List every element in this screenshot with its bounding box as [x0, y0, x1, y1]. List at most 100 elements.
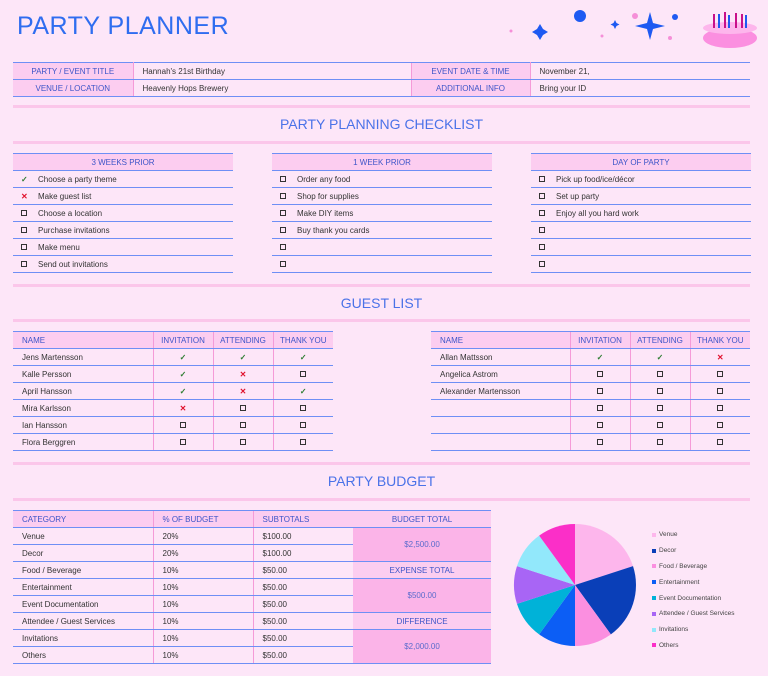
date-value[interactable]: November 21,	[530, 62, 750, 80]
checkbox-icon[interactable]	[717, 404, 724, 411]
checkbox-icon[interactable]	[657, 438, 663, 445]
budget-category[interactable]: Event Documentation	[13, 595, 153, 613]
checkbox-icon[interactable]	[240, 438, 246, 445]
checkbox-icon[interactable]	[597, 421, 603, 428]
venue-value[interactable]: Heavenly Hops Brewery	[133, 79, 411, 97]
guest-name[interactable]: Flora Berggren	[13, 433, 153, 451]
budget-percent[interactable]: 10%	[152, 646, 253, 664]
cross-icon[interactable]: ✕	[180, 404, 187, 413]
checkbox-icon[interactable]	[597, 404, 603, 411]
checkbox-icon[interactable]	[180, 438, 186, 445]
budget-category[interactable]: Venue	[13, 527, 153, 545]
guest-name[interactable]: Ian Hansson	[13, 416, 153, 434]
checkmark-icon[interactable]: ✓	[180, 387, 187, 396]
checklist-item[interactable]	[531, 255, 751, 273]
checkbox-icon[interactable]	[717, 421, 724, 428]
checklist-item[interactable]: ✓ Choose a party theme	[13, 170, 233, 188]
checkbox-icon[interactable]	[657, 387, 663, 394]
checkbox-icon[interactable]	[539, 226, 545, 233]
guest-name[interactable]: Jens Martensson	[13, 348, 153, 366]
checkmark-icon[interactable]: ✓	[597, 353, 604, 362]
checklist-item[interactable]: Send out invitations	[13, 255, 233, 273]
checkbox-icon[interactable]	[180, 421, 186, 428]
budget-percent[interactable]: 20%	[152, 544, 253, 562]
checklist-item[interactable]	[272, 238, 492, 256]
cross-icon[interactable]: ✕	[240, 370, 247, 379]
cross-icon[interactable]: ✕	[21, 192, 28, 201]
budget-subtotal[interactable]: $50.00	[252, 612, 353, 630]
budget-percent[interactable]: 20%	[152, 527, 253, 545]
budget-category[interactable]: Food / Beverage	[13, 561, 153, 579]
checklist-item[interactable]: Choose a location	[13, 204, 233, 222]
guest-name[interactable]: Mira Karlsson	[13, 399, 153, 417]
checkbox-icon[interactable]	[280, 260, 286, 267]
budget-subtotal[interactable]: $100.00	[252, 544, 353, 562]
checkbox-icon[interactable]	[539, 192, 545, 199]
budget-percent[interactable]: 10%	[152, 629, 253, 647]
budget-percent[interactable]: 10%	[152, 561, 253, 579]
checkbox-icon[interactable]	[280, 175, 286, 182]
budget-category[interactable]: Invitations	[13, 629, 153, 647]
checkbox-icon[interactable]	[300, 421, 307, 428]
checklist-item[interactable]: Order any food	[272, 170, 492, 188]
checkbox-icon[interactable]	[597, 438, 603, 445]
checkbox-icon[interactable]	[240, 404, 246, 411]
checkbox-icon[interactable]	[300, 370, 307, 377]
checkbox-icon[interactable]	[300, 404, 307, 411]
checkmark-icon[interactable]: ✓	[300, 353, 307, 362]
budget-category[interactable]: Entertainment	[13, 578, 153, 596]
checkbox-icon[interactable]	[717, 438, 724, 445]
checkmark-icon[interactable]: ✓	[180, 353, 187, 362]
checklist-item[interactable]: Pick up food/ice/décor	[531, 170, 751, 188]
checkbox-icon[interactable]	[657, 404, 663, 411]
budget-percent[interactable]: 10%	[152, 595, 253, 613]
budget-subtotal[interactable]: $50.00	[252, 629, 353, 647]
checkmark-icon[interactable]: ✓	[240, 353, 247, 362]
checklist-item[interactable]: Make menu	[13, 238, 233, 256]
checkmark-icon[interactable]: ✓	[657, 353, 664, 362]
budget-subtotal[interactable]: $50.00	[252, 578, 353, 596]
budget-subtotal[interactable]: $50.00	[252, 595, 353, 613]
guest-name[interactable]	[431, 433, 570, 451]
checkmark-icon[interactable]: ✓	[21, 175, 28, 184]
checkbox-icon[interactable]	[280, 209, 286, 216]
budget-percent[interactable]: 10%	[152, 612, 253, 630]
guest-name[interactable]: Allan Mattsson	[431, 348, 570, 366]
checkmark-icon[interactable]: ✓	[300, 387, 307, 396]
checklist-item[interactable]: Buy thank you cards	[272, 221, 492, 239]
checklist-item[interactable]	[272, 255, 492, 273]
checkbox-icon[interactable]	[657, 421, 663, 428]
checkbox-icon[interactable]	[597, 370, 603, 377]
checklist-item[interactable]: Purchase invitations	[13, 221, 233, 239]
checkbox-icon[interactable]	[280, 243, 286, 250]
checkbox-icon[interactable]	[300, 438, 307, 445]
guest-name[interactable]	[431, 399, 570, 417]
checkbox-icon[interactable]	[21, 243, 27, 250]
checklist-item[interactable]	[531, 221, 751, 239]
budget-percent[interactable]: 10%	[152, 578, 253, 596]
checkbox-icon[interactable]	[21, 209, 27, 216]
budget-category[interactable]: Others	[13, 646, 153, 664]
checkbox-icon[interactable]	[597, 387, 603, 394]
checklist-item[interactable]: Make DIY items	[272, 204, 492, 222]
cross-icon[interactable]: ✕	[240, 387, 247, 396]
checkbox-icon[interactable]	[717, 387, 724, 394]
guest-name[interactable]: Kalle Persson	[13, 365, 153, 383]
guest-name[interactable]: April Hansson	[13, 382, 153, 400]
checkmark-icon[interactable]: ✓	[180, 370, 187, 379]
checklist-item[interactable]: Set up party	[531, 187, 751, 205]
checkbox-icon[interactable]	[21, 226, 27, 233]
budget-subtotal[interactable]: $50.00	[252, 646, 353, 664]
guest-name[interactable]	[431, 416, 570, 434]
checkbox-icon[interactable]	[280, 192, 286, 199]
checkbox-icon[interactable]	[539, 209, 545, 216]
checkbox-icon[interactable]	[717, 370, 724, 377]
budget-category[interactable]: Decor	[13, 544, 153, 562]
cross-icon[interactable]: ✕	[717, 353, 724, 362]
budget-subtotal[interactable]: $100.00	[252, 527, 353, 545]
budget-category[interactable]: Attendee / Guest Services	[13, 612, 153, 630]
checkbox-icon[interactable]	[657, 370, 663, 377]
budget-subtotal[interactable]: $50.00	[252, 561, 353, 579]
checklist-item[interactable]: Enjoy all you hard work	[531, 204, 751, 222]
checklist-item[interactable]: ✕ Make guest list	[13, 187, 233, 205]
